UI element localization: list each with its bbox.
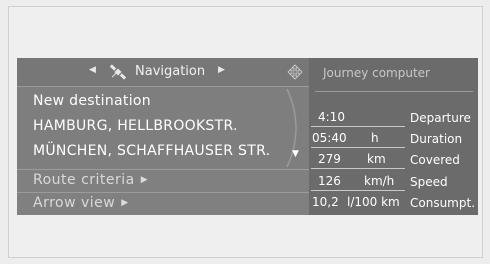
settings-arrows-icon[interactable] <box>287 64 303 80</box>
journey-label: Consumpt. <box>410 196 476 210</box>
journey-label: Speed <box>410 175 448 189</box>
menu-item-route-criteria[interactable]: Route criteria ▶ <box>17 170 309 192</box>
journey-label: Duration <box>410 132 463 146</box>
divider <box>315 91 473 92</box>
journey-unit: l/100 km <box>347 195 400 209</box>
menu-item-label: Arrow view <box>33 195 116 211</box>
navigation-title: Navigation <box>135 64 206 79</box>
menu-item-label: Route criteria <box>33 172 135 188</box>
satellite-icon <box>109 64 127 80</box>
nav-left-arrow-icon[interactable]: ◀ <box>89 65 96 75</box>
journey-value: 4:10 <box>318 110 345 124</box>
list-item-destination[interactable]: HAMBURG, HELLBROOKSTR. <box>33 118 238 134</box>
idrive-display: ◀ Navigation ▶ New destination HAMBURG, … <box>17 58 478 215</box>
list-item-new-destination[interactable]: New destination <box>33 93 151 109</box>
chevron-right-icon: ▶ <box>140 175 149 185</box>
divider <box>311 126 405 127</box>
journey-value: 05:40 <box>312 131 347 145</box>
list-item-destination[interactable]: MÜNCHEN, SCHAFFHAUSER STR. <box>33 143 270 159</box>
journey-value: 279 <box>318 152 341 166</box>
divider <box>311 168 405 169</box>
journey-computer-title: Journey computer <box>323 66 430 80</box>
journey-label: Departure <box>410 111 471 125</box>
journey-unit: h <box>371 131 379 145</box>
destination-list: New destination HAMBURG, HELLBROOKSTR. M… <box>17 87 309 169</box>
menu-item-arrow-view[interactable]: Arrow view ▶ <box>17 193 309 215</box>
journey-value: 126 <box>318 174 341 188</box>
journey-row-speed[interactable]: 126 km/h Speed <box>309 171 478 192</box>
journey-row-covered[interactable]: 279 km Covered <box>309 149 478 170</box>
journey-computer-panel: Journey computer 4:10 Departure 05:40 h … <box>309 58 478 215</box>
journey-unit: km/h <box>364 174 395 188</box>
divider <box>311 147 405 148</box>
chevron-down-icon[interactable]: ▼ <box>292 149 299 159</box>
journey-label: Covered <box>410 153 460 167</box>
journey-row-duration[interactable]: 05:40 h Duration <box>309 128 478 149</box>
journey-row-consumption[interactable]: 10,2 l/100 km Consumpt. <box>309 192 478 213</box>
navigation-header[interactable]: ◀ Navigation ▶ <box>17 58 309 86</box>
chevron-right-icon: ▶ <box>121 198 129 208</box>
nav-right-arrow-icon[interactable]: ▶ <box>218 65 225 75</box>
divider <box>311 190 405 191</box>
journey-row-departure[interactable]: 4:10 Departure <box>309 107 478 128</box>
journey-value: 10,2 <box>312 195 339 209</box>
journey-unit: km <box>367 152 386 166</box>
